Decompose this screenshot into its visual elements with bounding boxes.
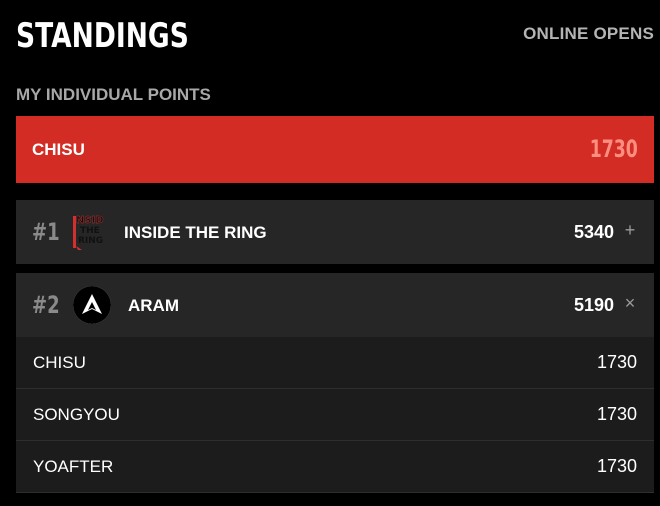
plus-icon[interactable]: + <box>622 220 638 240</box>
team-points: 5190 <box>573 295 614 315</box>
team-row-aram[interactable]: #2 ARAM 5190 × <box>16 273 654 337</box>
team-row-inside-the-ring[interactable]: #1 NSID THE RING INSIDE THE RING 5340 + <box>16 200 654 264</box>
member-row: YOAFTER 1730 <box>16 441 654 493</box>
member-points: 1730 <box>596 352 637 372</box>
svg-text:THE: THE <box>80 226 100 236</box>
inside-the-ring-logo-icon: NSID THE RING <box>70 212 110 252</box>
member-points: 1730 <box>596 404 637 424</box>
apex-triangle-logo-icon <box>73 286 111 324</box>
team-rank: #2 <box>32 291 60 319</box>
svg-text:RING: RING <box>78 236 103 246</box>
svg-text:NSID: NSID <box>76 215 104 226</box>
member-name: SONGYOU <box>33 405 120 424</box>
member-points: 1730 <box>596 456 637 476</box>
member-name: CHISU <box>33 353 86 372</box>
team-members-list: CHISU 1730 SONGYOU 1730 YOAFTER 1730 <box>16 337 654 493</box>
my-player-name: CHISU <box>32 140 85 159</box>
team-points: 5340 <box>573 222 614 242</box>
member-name: YOAFTER <box>33 457 114 476</box>
online-opens-link[interactable]: ONLINE OPENS <box>523 24 654 44</box>
member-row: SONGYOU 1730 <box>16 389 654 441</box>
team-rank: #1 <box>32 218 60 246</box>
page-title: STANDINGS <box>16 16 189 56</box>
member-row: CHISU 1730 <box>16 337 654 389</box>
standings-page: STANDINGS ONLINE OPENS MY INDIVIDUAL POI… <box>0 0 660 506</box>
team-name: INSIDE THE RING <box>124 223 267 242</box>
my-points-card: CHISU 1730 <box>16 116 654 183</box>
section-label-my-points: MY INDIVIDUAL POINTS <box>16 85 211 104</box>
close-icon[interactable]: × <box>622 293 638 313</box>
my-player-points: 1730 <box>589 135 638 163</box>
team-name: ARAM <box>128 296 179 315</box>
